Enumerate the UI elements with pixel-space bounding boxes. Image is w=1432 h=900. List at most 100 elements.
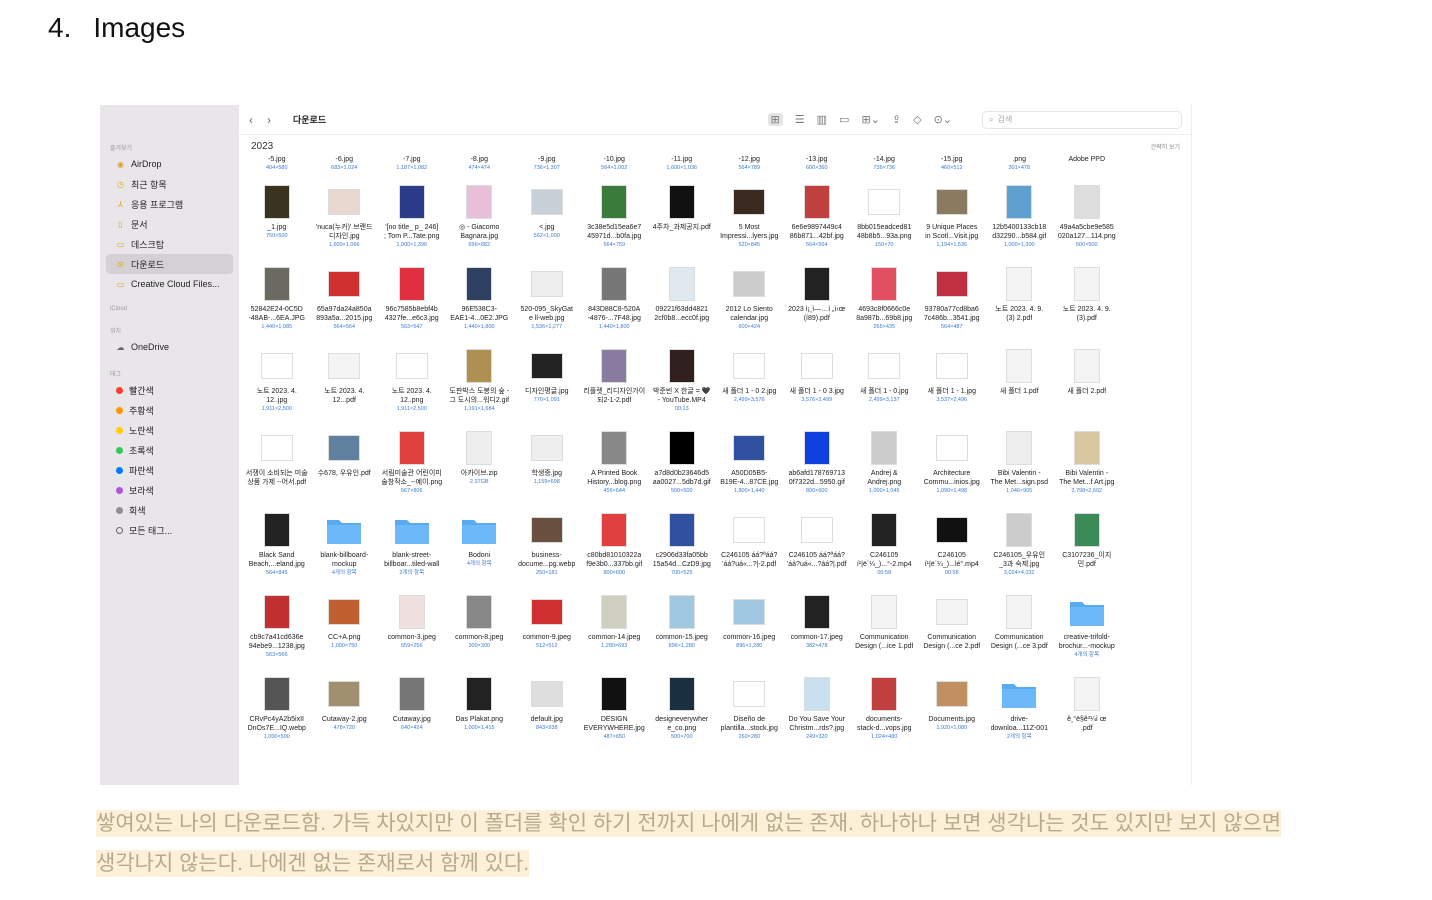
file-item[interactable]: Cutaway-2.jpg 478×720 <box>311 671 379 753</box>
file-item[interactable]: 52842E24-0C5D -48AB-...6EA.JPG 1,440×1,085 <box>243 261 311 343</box>
sidebar-tag[interactable]: 보라색 <box>106 480 233 500</box>
file-item[interactable]: common-8.jpeg 300×300 <box>446 589 514 671</box>
sidebar-tag[interactable]: 모든 태그... <box>106 520 233 540</box>
file-item[interactable]: 12b5400133cb18 d32290...b584.gif 1,000×1,3… <box>986 179 1054 261</box>
file-item[interactable]: 4주차_과제공지.pdf <box>648 179 716 261</box>
sidebar-tag[interactable]: 빨간색 <box>106 380 233 400</box>
file-item[interactable]: 수678, 우유인.pdf <box>311 425 379 507</box>
file-item[interactable]: 93780a77cd8ba6 7c486b...3541.jpg 564×487 <box>918 261 986 343</box>
file-item[interactable]: 2012 Lo Siento calendar.jpg 600×424 <box>716 261 784 343</box>
file-item[interactable]: c2906d33fa05bb 15a54d...CzD9.jpg 700×525 <box>648 507 716 589</box>
file-item[interactable]: 843D88C8-520A -4876-...7F48.jpg 1,440×1,80… <box>581 261 649 343</box>
file-item[interactable]: 9 Unique Places in Scotl...Visit.jpg 1,194… <box>918 179 986 261</box>
file-item[interactable]: C246105_우유인 _3과 숙제.jpg 3,024×4,032 <box>986 507 1054 589</box>
file-item[interactable]: 노트 2023. 4. 9. (3) 2.pdf <box>986 261 1054 343</box>
file-item[interactable]: 리플렛_리디자인가이 되2-1-2.pdf <box>581 343 649 425</box>
share-icon[interactable]: ⇪ <box>892 113 901 126</box>
tag-icon[interactable]: ◇ <box>913 113 921 126</box>
file-item[interactable]: common-16.jpeg 896×1,280 <box>716 589 784 671</box>
file-item[interactable]: Bibi Valentin - The Met...f Art.jpg 3,798×… <box>1053 425 1121 507</box>
file-item[interactable]: 새 폴더 1.pdf <box>986 343 1054 425</box>
file-item[interactable]: blank-street-billboar...tiled-wall 2개의 항목 <box>378 507 446 589</box>
gallery-view-icon[interactable]: ▭ <box>839 113 849 126</box>
file-item[interactable]: <.jpg 562×1,000 <box>513 179 581 261</box>
file-item[interactable]: Diseño de plantilla...stock.jpg 260×280 <box>716 671 784 753</box>
file-item[interactable]: 96E538C3- EAE1-4...0E2.JPG 1,440×1,800 <box>446 261 514 343</box>
file-item[interactable]: 4693c8f0666c0e 8a987b...69b8.jpg 265×435 <box>851 261 919 343</box>
file-item[interactable]: -9.jpg 736×1,307 <box>513 153 581 179</box>
list-view-icon[interactable]: ☰ <box>795 113 805 126</box>
file-item[interactable]: C246105 áá?ªáá? 'áá?uá«...?áá?|.pdf <box>783 507 851 589</box>
file-item[interactable]: ê¸°ë§ê³¼ì œ .pdf <box>1053 671 1121 753</box>
back-button[interactable]: ‹ <box>249 113 267 127</box>
sidebar-item[interactable]: ☁ OneDrive <box>106 337 233 357</box>
file-item[interactable]: A Printed Book History...blog.png 456×644 <box>581 425 649 507</box>
file-item[interactable]: common-17.jpeg 382×478 <box>783 589 851 671</box>
file-item[interactable]: -8.jpg 474×474 <box>446 153 514 179</box>
file-item[interactable]: 노트 2023. 4. 12..jpg 1,911×2,500 <box>243 343 311 425</box>
file-item[interactable]: a7d8d0b23646d5 aa0027...5db7d.gif 500×500 <box>648 425 716 507</box>
file-item[interactable]: C246105 áá?ªáá? 'áá?uá«...?|-2.pdf <box>716 507 784 589</box>
sidebar-item[interactable]: ⅄ 응용 프로그램 <box>106 194 233 214</box>
file-item[interactable]: C3107236_이지 민.pdf <box>1053 507 1121 589</box>
file-item[interactable]: 디자인평글.jpg 770×1,091 <box>513 343 581 425</box>
file-item[interactable]: common-9.jpeg 512×512 <box>513 589 581 671</box>
file-item[interactable]: '[no title_ p_ 246] ; Tom P...Tate.png 1,0… <box>378 179 446 261</box>
file-item[interactable]: 박준빈 X 한글 = 🖤 - YouTube.MP4 00:13 <box>648 343 716 425</box>
sidebar-item[interactable]: ◉ AirDrop <box>106 154 233 174</box>
sidebar-item[interactable]: ▯ 문서 <box>106 214 233 234</box>
file-item[interactable]: Bibi Valentin - The Met...sign.psd 1,046×9… <box>986 425 1054 507</box>
file-item[interactable]: ◎ - Giacomo Bagnara.jpg 696×882 <box>446 179 514 261</box>
file-item[interactable]: 6e6e9897449c4 86b871...42bf.jpg 564×564 <box>783 179 851 261</box>
file-item[interactable]: DESIGN EVERYWHERE.jpg 487×650 <box>581 671 649 753</box>
file-item[interactable]: 2023 ì¡¸ì—…ì „ì‹œ (í89).pdf <box>783 261 851 343</box>
file-item[interactable]: Communication Design (...ce 3.pdf <box>986 589 1054 671</box>
file-item[interactable]: drive-downloa...11Z-001 2개의 항목 <box>986 671 1054 753</box>
file-item[interactable]: CRvPc4yA2b5ixII DnOs7E...IQ.webp 1,000×500 <box>243 671 311 753</box>
file-item[interactable]: 5 Most Impressi...lyers.jpg 520×845 <box>716 179 784 261</box>
file-item[interactable]: -14.jpg 736×736 <box>851 153 919 179</box>
file-item[interactable]: 노트 2023. 4. 12..png 1,911×2,500 <box>378 343 446 425</box>
search-field[interactable]: ⌕ 검색 <box>982 110 1182 129</box>
sidebar-item[interactable]: ⊙ 다운로드 <box>106 254 233 274</box>
file-item[interactable]: ab6afd178769713 0f7322d...5950.gif 800×600 <box>783 425 851 507</box>
file-item[interactable]: -6.jpg 683×1,024 <box>311 153 379 179</box>
sidebar-item[interactable]: ◷ 최근 항목 <box>106 174 233 194</box>
file-item[interactable] <box>1121 153 1189 179</box>
file-item[interactable]: A50D05B5- B19E-4...87CE.jpg 1,800×1,440 <box>716 425 784 507</box>
forward-button[interactable]: › <box>267 113 285 127</box>
file-item[interactable]: 96c7585b8ebf4b 4327fe...e6c3.jpg 563×547 <box>378 261 446 343</box>
file-item[interactable]: C246105 í¹|ë´¼_)...lé°.mp4 00:58 <box>918 507 986 589</box>
file-item[interactable]: 65a97da24a850a 893a5a...2015.jpg 564×564 <box>311 261 379 343</box>
file-item[interactable]: default.jpg 843×938 <box>513 671 581 753</box>
sidebar-item[interactable]: ▭ 데스크탑 <box>106 234 233 254</box>
file-item[interactable]: 새 폴더 1 - 0 2.jpg 2,499×3,576 <box>716 343 784 425</box>
group-icon[interactable]: ⊞⌄ <box>861 113 879 126</box>
file-item[interactable]: 3c38e5d15ea6e7 45971d...b0fa.jpg 564×759 <box>581 179 649 261</box>
file-item[interactable]: _1.jpg 750×500 <box>243 179 311 261</box>
file-item[interactable]: C246105 í¹|ë´¼_)...°-2.mp4 00:58 <box>851 507 919 589</box>
file-item[interactable]: c80bd81010322a f9e3b0...337bb.gif 800×600 <box>581 507 649 589</box>
file-item[interactable]: Architecture Commu...inios.jpg 1,090×1,498 <box>918 425 986 507</box>
file-item[interactable]: Black Sand Beach,...eland.jpg 564×845 <box>243 507 311 589</box>
file-item[interactable]: 09221f63dd4821 2cf0b8...ecc0f.jpg <box>648 261 716 343</box>
file-item[interactable]: 도판박스 도봉의 숲 - 그 도시의...워디2.gif 1,191×1,684 <box>446 343 514 425</box>
file-item[interactable]: -12.jpg 564×789 <box>716 153 784 179</box>
file-item[interactable]: Communication Design (...ice 1.pdf <box>851 589 919 671</box>
sidebar-item[interactable]: ▭ Creative Cloud Files... <box>106 274 233 294</box>
file-item[interactable]: CC+A.png 1,000×750 <box>311 589 379 671</box>
file-item[interactable]: cb9c7a41cd636e 94ebe9...1238.jpg 563×566 <box>243 589 311 671</box>
file-item[interactable]: documents-stack-d...vops.jpg 1,024×480 <box>851 671 919 753</box>
file-item[interactable]: 아카이브.zip 2.37GB <box>446 425 514 507</box>
icon-view-icon[interactable]: ⊞ <box>767 113 783 126</box>
file-item[interactable]: -10.jpg 564×1,002 <box>581 153 649 179</box>
file-item[interactable]: 서림미술관 어린이미 술창작소_--예이.png 567×806 <box>378 425 446 507</box>
file-item[interactable]: -15.jpg 460×512 <box>918 153 986 179</box>
file-item[interactable]: 새 폴더 2.pdf <box>1053 343 1121 425</box>
file-item[interactable]: 학생증.jpg 1,159×698 <box>513 425 581 507</box>
file-item[interactable]: common-3.jpeg 659×256 <box>378 589 446 671</box>
sidebar-tag[interactable]: 초록색 <box>106 440 233 460</box>
file-item[interactable]: 49a4a5cbe9e585 020a127...114.png 500×500 <box>1053 179 1121 261</box>
file-item[interactable]: creative-trifold-brochur...-mockup 4개의 항목 <box>1053 589 1121 671</box>
file-item[interactable]: business-docume...pg.webp 250×181 <box>513 507 581 589</box>
